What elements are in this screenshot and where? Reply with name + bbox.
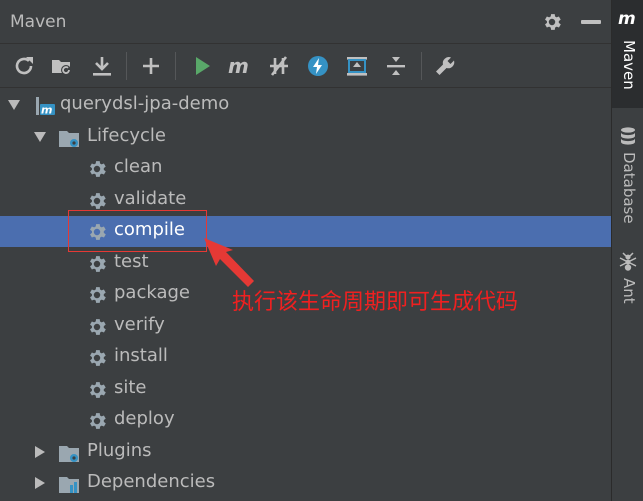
maven-module-icon: m [36,97,55,117]
tree-project-node[interactable]: m querydsl-jpa-demo [0,90,611,121]
gear-icon [90,413,106,429]
project-label: querydsl-jpa-demo [60,93,230,114]
maven-toolbar: m [0,44,611,88]
svg-text:m: m [618,9,636,28]
expand-right-icon[interactable] [33,445,47,459]
generate-sources-icon[interactable] [50,54,74,78]
ant-icon [619,252,637,271]
tree-lifecycle-node[interactable]: Lifecycle [0,122,611,153]
maven-m-icon: m [618,9,636,28]
goal-label: validate [114,188,187,209]
toolbar-separator [126,52,127,80]
lifecycle-label: Lifecycle [87,125,166,146]
dependencies-folder-icon [59,477,79,493]
minimize-icon[interactable] [581,20,601,24]
expand-right-icon[interactable] [33,476,47,490]
plugins-label: Plugins [87,440,152,461]
right-tool-strip: m Maven Database Ant [611,0,643,501]
svg-text:m: m [41,104,52,117]
database-icon [621,127,635,145]
toolbar-separator [175,52,176,80]
download-icon[interactable] [90,54,114,78]
tree-goal-install[interactable]: install [0,342,611,373]
goal-label: install [114,345,168,366]
tree-goal-deploy[interactable]: deploy [0,405,611,436]
gear-icon [90,350,106,366]
reimport-icon[interactable] [12,54,36,78]
gear-icon [90,161,106,177]
gear-icon [90,256,106,272]
annotation-text: 执行该生命周期即可生成代码 [232,290,519,315]
tree-goal-test[interactable]: test [0,248,611,279]
goal-label: package [114,282,190,303]
toolbar-separator [421,52,422,80]
gear-icon [90,287,106,303]
gear-icon [90,193,106,209]
tree-goal-site[interactable]: site [0,374,611,405]
tree-goal-clean[interactable]: clean [0,153,611,184]
skip-tests-icon[interactable] [267,54,291,78]
dependencies-label: Dependencies [87,471,216,492]
expand-down-icon[interactable] [33,130,47,144]
tab-maven[interactable]: m Maven [612,0,643,108]
tool-window-header: Maven [0,0,611,44]
tab-ant-label: Ant [620,278,638,304]
gear-icon [90,382,106,398]
goal-label: deploy [114,408,175,429]
svg-text:m: m [228,54,249,78]
show-dependencies-icon[interactable] [345,54,369,78]
panel-title: Maven [10,12,67,32]
lifecycle-folder-icon [59,131,79,147]
plugins-folder-icon [59,446,79,462]
goal-label: test [114,251,149,272]
collapse-all-icon[interactable] [384,54,408,78]
settings-wrench-icon[interactable] [433,54,457,78]
execute-goal-icon[interactable]: m [227,54,251,78]
annotation-highlight-box [68,210,207,252]
offline-icon[interactable] [306,54,330,78]
tree-plugins-node[interactable]: Plugins [0,437,611,468]
gear-icon[interactable] [541,11,563,33]
tab-maven-label: Maven [620,40,638,90]
goal-label: clean [114,156,163,177]
tree-dependencies-node[interactable]: Dependencies [0,468,611,499]
run-icon[interactable] [190,54,214,78]
goal-label: verify [114,314,165,335]
goal-label: site [114,377,147,398]
add-icon[interactable] [139,54,163,78]
gear-icon [90,319,106,335]
expand-down-icon[interactable] [7,98,21,112]
tab-database-label: Database [620,152,638,224]
